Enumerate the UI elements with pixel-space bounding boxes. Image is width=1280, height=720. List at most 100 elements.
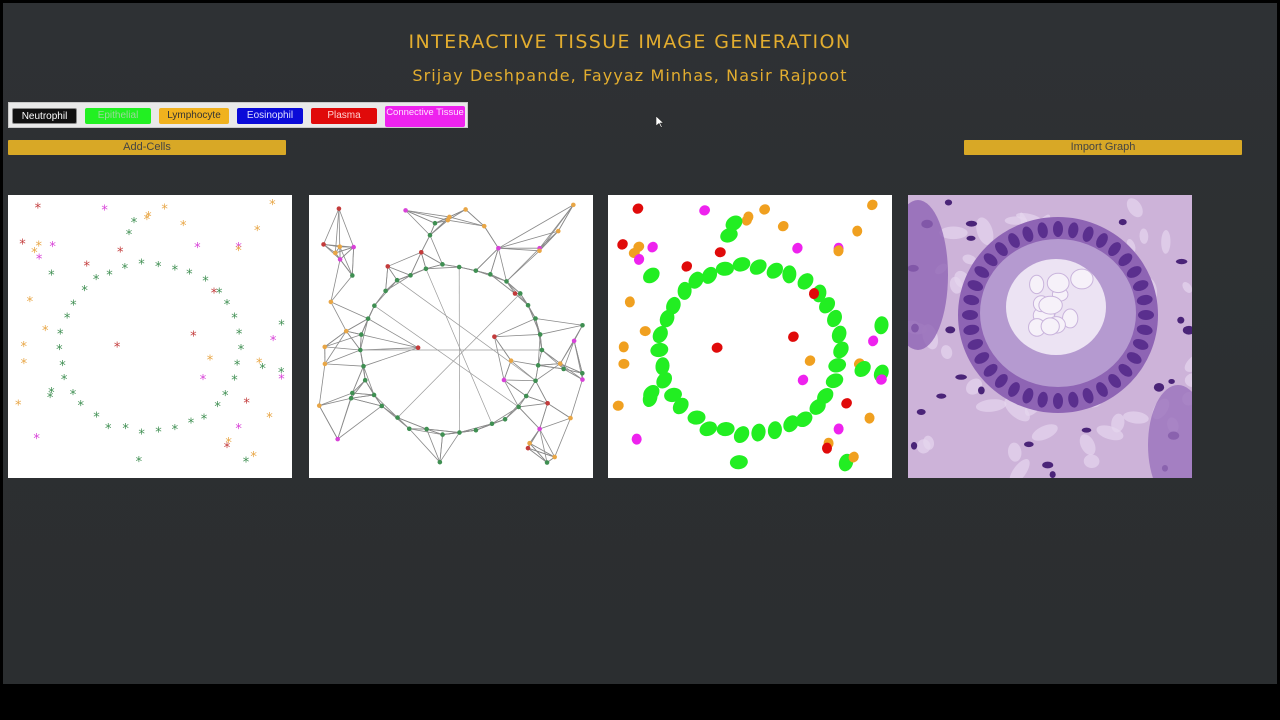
cell-star-marker: * (243, 456, 250, 471)
graph-edge (405, 209, 448, 221)
cell-star-marker: * (207, 354, 214, 369)
cell-star-marker: * (236, 327, 243, 342)
page-title: INTERACTIVE TISSUE IMAGE GENERATION (408, 31, 852, 53)
graph-edge (352, 379, 366, 394)
cell-star-layout-panel[interactable]: * * * * * * * * * * * * * * * * * * * * * * * * * * * * * * * * * * * * * * * *… (8, 195, 292, 478)
graph-edge (385, 279, 398, 292)
graph-edge (541, 349, 561, 364)
graph-node (343, 328, 349, 334)
graph-edge (318, 363, 326, 406)
cell-mask-blob (714, 247, 726, 258)
graph-node (423, 266, 429, 272)
graph-node (348, 395, 354, 401)
cell-star-marker: * (202, 274, 209, 289)
generated-tissue-image-panel (908, 195, 1192, 478)
delaunay-graph-canvas (316, 202, 585, 465)
graph-edge (350, 379, 366, 399)
graph-edge (540, 324, 583, 335)
cell-star-marker: * (101, 203, 108, 218)
graph-node (539, 347, 545, 353)
graph-node (321, 242, 326, 247)
graph-node (481, 223, 487, 229)
legend-neutrophil[interactable]: Neutrophil (12, 108, 77, 124)
graph-node (555, 228, 561, 234)
cell-star-marker: * (188, 417, 195, 432)
cell-star-marker: * (33, 432, 40, 447)
cell-star-marker: * (61, 373, 68, 388)
graph-node (437, 459, 443, 465)
graph-node (445, 217, 451, 223)
graph-edge (338, 208, 354, 248)
graph-edge (324, 330, 347, 348)
cell-star-marker: * (70, 388, 77, 403)
cell-mask-blob (732, 257, 751, 272)
graph-edge (539, 403, 548, 430)
stromal-nucleus (1118, 219, 1127, 226)
cell-star-marker: * (144, 213, 151, 228)
cell-star-marker: * (81, 284, 88, 299)
cell-star-marker: * (235, 422, 242, 437)
legend-lymphocyte[interactable]: Lymphocyte (159, 108, 229, 124)
cell-mask-blob (864, 412, 875, 424)
epithelial-nucleus (1053, 221, 1063, 237)
graph-node (527, 440, 532, 446)
legend-plasma[interactable]: Plasma (311, 108, 377, 124)
cell-star-marker: * (48, 386, 55, 401)
cell-star-marker: * (59, 359, 66, 374)
import-graph-button[interactable]: Import Graph (964, 140, 1242, 155)
stromal-nucleus (966, 235, 976, 241)
cell-star-marker: * (238, 343, 245, 358)
cell-star-marker: * (243, 396, 250, 411)
graph-node (580, 370, 585, 376)
graph-edge (324, 349, 361, 365)
graph-edge (539, 417, 571, 430)
legend-eosinophil[interactable]: Eosinophil (237, 108, 303, 124)
graph-edge (570, 379, 583, 419)
add-cells-button[interactable]: Add-Cells (8, 140, 286, 155)
cell-mask-blob (618, 341, 629, 353)
graph-edge (518, 402, 548, 408)
cell-mask-blob (867, 199, 878, 211)
graph-edge (503, 379, 527, 397)
cell-star-marker: * (190, 330, 197, 345)
legend-connective-tissue[interactable]: Connective Tissue (385, 106, 465, 127)
delaunay-graph-panel (309, 195, 593, 478)
graph-edge (459, 266, 476, 272)
graph-edge (498, 204, 574, 249)
cell-star-marker: * (15, 399, 22, 414)
graph-node (316, 403, 322, 408)
graph-node (535, 363, 541, 368)
cell-mask-blob (751, 423, 766, 442)
cell-star-marker: * (266, 411, 273, 426)
graph-edge (429, 235, 443, 265)
cell-star-marker: * (64, 312, 71, 327)
graph-node (525, 445, 531, 451)
graph-node (496, 245, 501, 251)
graph-edge (538, 363, 561, 366)
graph-edge (405, 210, 431, 236)
legend-epithelial[interactable]: Epithelial (85, 108, 151, 124)
cell-mask-blob (759, 204, 770, 215)
cell-mask-canvas (612, 199, 889, 472)
graph-node (385, 264, 391, 269)
graph-node (371, 392, 377, 398)
cell-star-marker: * (122, 422, 129, 437)
cell-mask-blob (833, 423, 844, 435)
graph-edge (573, 340, 583, 374)
cell-mask-blob (681, 261, 693, 272)
cell-star-marker: * (93, 273, 100, 288)
graph-edge (510, 360, 539, 366)
graph-node (512, 291, 518, 296)
stromal-nucleus (1175, 258, 1188, 265)
graph-node (337, 244, 343, 250)
cell-mask-blob (711, 342, 723, 353)
graph-node (489, 421, 495, 427)
graph-node (440, 262, 445, 267)
cell-star-layout-canvas[interactable]: *********************** * * * * * * ********** *… (8, 195, 292, 478)
graph-node (504, 279, 509, 284)
graph-node (463, 207, 468, 212)
graph-edge (525, 380, 536, 397)
graph-edge (374, 305, 519, 408)
cell-star-marker: * (49, 240, 56, 255)
graph-edge (498, 248, 507, 282)
